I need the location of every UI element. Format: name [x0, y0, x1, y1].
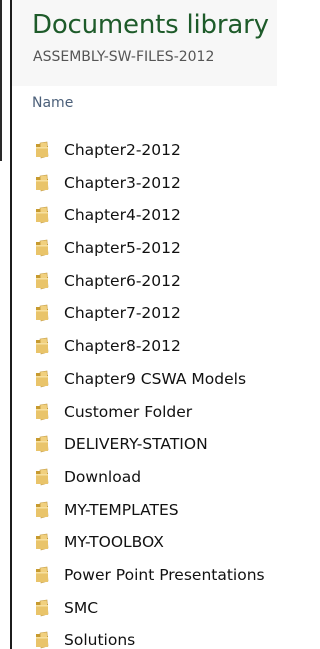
folder-name: Chapter4-2012 — [64, 206, 181, 225]
folder-row[interactable]: Download — [12, 461, 277, 494]
folder-name: Chapter9 CSWA Models — [64, 369, 247, 388]
library-title: Documents library — [32, 10, 269, 40]
folder-row[interactable]: Chapter2-2012 — [12, 134, 277, 167]
folder-icon — [34, 304, 56, 322]
library-subtitle: ASSEMBLY-SW-FILES-2012 — [33, 49, 215, 65]
folder-row[interactable]: SMC — [12, 592, 277, 625]
column-header-name[interactable]: Name — [32, 95, 73, 111]
folder-row[interactable]: Customer Folder — [12, 396, 277, 429]
folder-icon — [34, 599, 56, 617]
folder-name: Chapter5-2012 — [64, 239, 181, 258]
folder-row[interactable]: Chapter6-2012 — [12, 265, 277, 298]
folder-icon — [34, 206, 56, 224]
folder-name: SMC — [64, 598, 99, 617]
folder-row[interactable]: Power Point Presentations — [12, 559, 277, 592]
folder-row[interactable]: Solutions — [12, 624, 277, 649]
folder-icon — [34, 370, 56, 388]
folder-row[interactable]: MY-TEMPLATES — [12, 494, 277, 527]
folder-row[interactable]: MY-TOOLBOX — [12, 526, 277, 559]
folder-icon — [34, 435, 56, 453]
folder-name: Chapter6-2012 — [64, 271, 181, 290]
folder-name: Download — [64, 467, 142, 486]
folder-name: Power Point Presentations — [64, 565, 265, 584]
folder-icon — [34, 468, 56, 486]
folder-name: Customer Folder — [64, 402, 193, 421]
folder-row[interactable]: DELIVERY-STATION — [12, 428, 277, 461]
folder-row[interactable]: Chapter9 CSWA Models — [12, 363, 277, 396]
folder-icon — [34, 403, 56, 421]
folder-icon — [34, 501, 56, 519]
folder-icon — [34, 141, 56, 159]
folder-icon — [34, 272, 56, 290]
folder-row[interactable]: Chapter4-2012 — [12, 199, 277, 232]
folder-row[interactable]: Chapter5-2012 — [12, 232, 277, 265]
folder-icon — [34, 337, 56, 355]
folder-name: MY-TEMPLATES — [64, 500, 179, 519]
folder-row[interactable]: Chapter3-2012 — [12, 167, 277, 200]
folder-name: Chapter8-2012 — [64, 337, 181, 356]
folder-icon — [34, 533, 56, 551]
folder-row[interactable]: Chapter7-2012 — [12, 297, 277, 330]
navigation-pane[interactable] — [2, 0, 10, 161]
library-header: Documents library ASSEMBLY-SW-FILES-2012 — [12, 0, 277, 86]
folder-row[interactable]: Chapter8-2012 — [12, 330, 277, 363]
folder-icon — [34, 566, 56, 584]
folder-icon — [34, 631, 56, 649]
folder-icon — [34, 239, 56, 257]
folder-name: Chapter3-2012 — [64, 173, 181, 192]
folder-name: DELIVERY-STATION — [64, 435, 208, 454]
folder-name: MY-TOOLBOX — [64, 533, 164, 552]
folder-name: Chapter7-2012 — [64, 304, 181, 323]
folder-name: Chapter2-2012 — [64, 141, 181, 159]
library-pane: Documents library ASSEMBLY-SW-FILES-2012… — [12, 0, 277, 649]
file-list: Chapter2-2012 Chapter3-2012 Chapter4-201… — [12, 134, 277, 649]
folder-name: Solutions — [64, 631, 136, 649]
folder-icon — [34, 174, 56, 192]
